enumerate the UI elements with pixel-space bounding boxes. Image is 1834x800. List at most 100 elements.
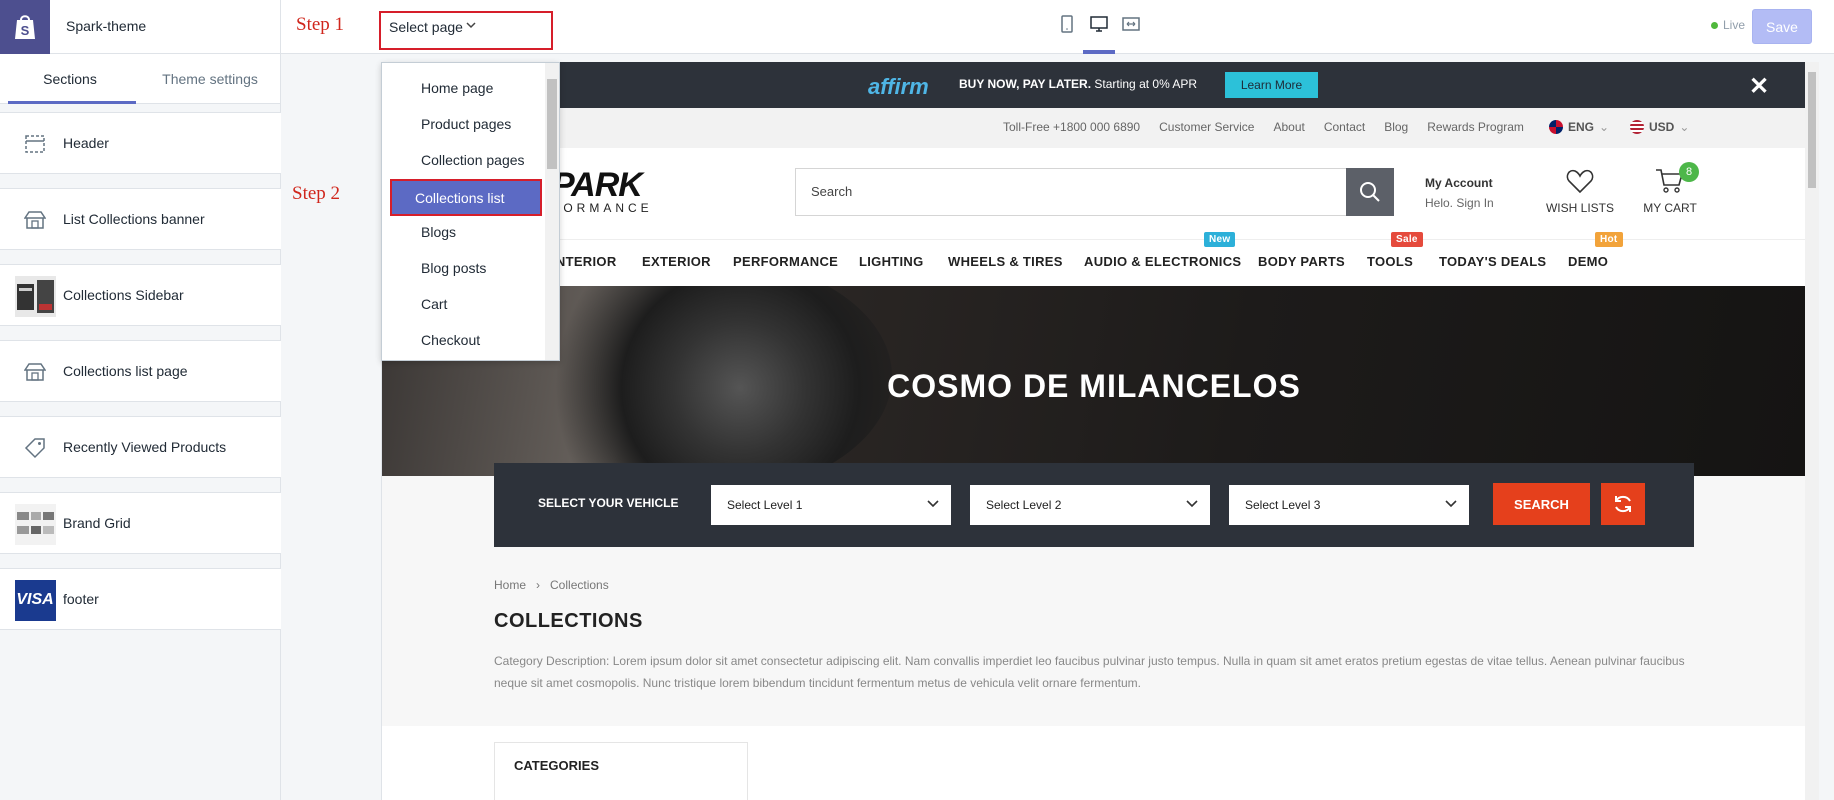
close-icon[interactable]: ✕ <box>1749 72 1769 101</box>
vehicle-search-button[interactable]: SEARCH <box>1493 483 1590 525</box>
affirm-logo: affirm <box>868 74 929 99</box>
breadcrumb-current: Collections <box>550 578 609 592</box>
chevron-down-icon <box>927 500 939 508</box>
nav-item-wheels-tires[interactable]: WHEELS & TIRES <box>948 254 1063 269</box>
learn-more-button[interactable]: Learn More <box>1225 72 1318 98</box>
vehicle-reset-button[interactable] <box>1601 483 1645 525</box>
menu-item-cart[interactable]: Cart <box>421 296 447 312</box>
scrollbar-thumb[interactable] <box>547 79 557 169</box>
section-label: List Collections banner <box>63 211 205 227</box>
store-logo[interactable]: PARK FORMANCE <box>552 166 653 215</box>
utility-link[interactable]: Blog <box>1384 120 1408 134</box>
section-item-footer[interactable]: VISA footer <box>0 568 281 630</box>
account-menu[interactable]: My Account Helo. Sign In <box>1425 176 1494 210</box>
vehicle-label: SELECT YOUR VEHICLE <box>538 496 679 510</box>
nav-item-tools[interactable]: TOOLS Sale <box>1367 232 1423 269</box>
menu-item-blog-posts[interactable]: Blog posts <box>421 260 486 276</box>
section-item-header[interactable]: Header <box>0 112 281 174</box>
language-selector[interactable]: ENG ⌄ <box>1549 120 1609 134</box>
select-level-2[interactable]: Select Level 2 <box>970 485 1210 525</box>
utility-links: Toll-Free +1800 000 6890 Customer Servic… <box>1003 120 1524 134</box>
store-search-input[interactable]: Search <box>795 168 1394 216</box>
section-item-collections-sidebar[interactable]: Collections Sidebar <box>0 264 281 326</box>
uk-flag-icon <box>1549 120 1563 134</box>
page-select-menu: Home page Product pages Collection pages… <box>381 62 560 361</box>
tab-sections[interactable]: Sections <box>0 54 140 103</box>
select-level-3[interactable]: Select Level 3 <box>1229 485 1469 525</box>
header-layout-icon <box>14 123 56 165</box>
menu-item-home-page[interactable]: Home page <box>421 80 493 96</box>
fullscreen-view-icon[interactable] <box>1122 14 1140 34</box>
affirm-text-bold: BUY NOW, PAY LATER. <box>959 77 1092 91</box>
vehicle-selector: SELECT YOUR VEHICLE Select Level 1 Selec… <box>494 463 1694 547</box>
divider <box>280 0 281 54</box>
breadcrumb: Home › Collections <box>494 578 609 592</box>
utility-link[interactable]: Rewards Program <box>1427 120 1524 134</box>
menu-item-checkout[interactable]: Checkout <box>421 332 480 348</box>
menu-scrollbar[interactable] <box>545 63 559 360</box>
nav-item-lighting[interactable]: LIGHTING <box>859 254 924 269</box>
collections-title: COLLECTIONS <box>494 610 643 632</box>
search-placeholder: Search <box>811 184 853 199</box>
section-item-list-collections-banner[interactable]: List Collections banner <box>0 188 281 250</box>
hero-title: COSMO DE MILANCELOS <box>887 368 1301 404</box>
utility-bar: Toll-Free +1800 000 6890 Customer Servic… <box>382 108 1805 148</box>
select-level-1-label: Select Level 1 <box>727 498 803 512</box>
wishlist-link[interactable]: WISH LISTS <box>1540 168 1620 215</box>
nav-item-performance[interactable]: PERFORMANCE <box>733 254 838 269</box>
menu-item-product-pages[interactable]: Product pages <box>421 116 511 132</box>
store-icon <box>14 351 56 393</box>
section-label: footer <box>63 591 99 607</box>
utility-link[interactable]: Customer Service <box>1159 120 1254 134</box>
top-bar: S Spark-theme Step 1 Select page Live Sa… <box>0 0 1834 54</box>
live-status: Live <box>1711 18 1745 32</box>
nav-item-demo[interactable]: DEMO Hot <box>1568 232 1623 269</box>
section-item-collections-list-page[interactable]: Collections list page <box>0 340 281 402</box>
nav-item-interior[interactable]: INTERIOR <box>552 254 617 269</box>
menu-item-collection-pages[interactable]: Collection pages <box>421 152 525 168</box>
breadcrumb-home[interactable]: Home <box>494 578 526 592</box>
search-icon <box>1360 182 1380 202</box>
storefront-preview: affirm BUY NOW, PAY LATER. Starting at 0… <box>381 62 1805 800</box>
shopify-logo[interactable]: S <box>0 0 50 54</box>
affirm-text: BUY NOW, PAY LATER. Starting at 0% APR <box>959 77 1197 91</box>
nav-item-exterior[interactable]: EXTERIOR <box>642 254 711 269</box>
utility-link[interactable]: About <box>1273 120 1304 134</box>
currency-selector[interactable]: USD ⌄ <box>1630 120 1689 134</box>
device-active-indicator <box>1083 50 1115 54</box>
tab-theme-settings[interactable]: Theme settings <box>140 54 280 103</box>
cart-count-badge: 8 <box>1679 162 1699 182</box>
page-select-dropdown[interactable]: Select page <box>379 11 553 50</box>
device-switcher <box>1058 14 1140 34</box>
nav-item-audio-electronics[interactable]: AUDIO & ELECTRONICS New <box>1084 232 1242 269</box>
save-button[interactable]: Save <box>1752 9 1812 44</box>
affirm-text-rest: Starting at 0% APR <box>1094 77 1198 91</box>
tag-icon <box>14 427 56 469</box>
theme-editor: S Spark-theme Step 1 Select page Live Sa… <box>0 0 1834 800</box>
cart-link[interactable]: MY CART 8 <box>1635 162 1705 215</box>
affirm-banner: affirm BUY NOW, PAY LATER. Starting at 0… <box>382 62 1805 108</box>
visa-logo-text: VISA <box>14 579 56 621</box>
menu-item-collections-list[interactable]: Collections list <box>390 179 542 216</box>
hero-banner: COSMO DE MILANCELOS <box>382 286 1805 476</box>
badge-sale: Sale <box>1391 232 1423 247</box>
search-button[interactable] <box>1346 168 1394 216</box>
nav-label: AUDIO & ELECTRONICS <box>1084 254 1242 269</box>
live-label: Live <box>1723 18 1746 32</box>
scrollbar-thumb[interactable] <box>1808 72 1816 188</box>
categories-title: CATEGORIES <box>514 758 599 773</box>
section-item-recently-viewed[interactable]: Recently Viewed Products <box>0 416 281 478</box>
menu-item-blogs[interactable]: Blogs <box>421 224 456 240</box>
mobile-view-icon[interactable] <box>1058 14 1076 34</box>
select-level-1[interactable]: Select Level 1 <box>711 485 951 525</box>
nav-item-todays-deals[interactable]: TODAY'S DEALS <box>1439 254 1546 269</box>
preview-scrollbar[interactable] <box>1805 62 1819 800</box>
sidebar: Sections Theme settings Header List Coll… <box>0 54 281 800</box>
utility-link[interactable]: Contact <box>1324 120 1365 134</box>
step1-annotation: Step 1 <box>296 14 345 35</box>
desktop-view-icon[interactable] <box>1090 14 1108 34</box>
utility-link[interactable]: Toll-Free +1800 000 6890 <box>1003 120 1140 134</box>
nav-item-body-parts[interactable]: BODY PARTS <box>1258 254 1345 269</box>
brand-thumbnail <box>14 503 56 545</box>
section-item-brand-grid[interactable]: Brand Grid <box>0 492 281 554</box>
